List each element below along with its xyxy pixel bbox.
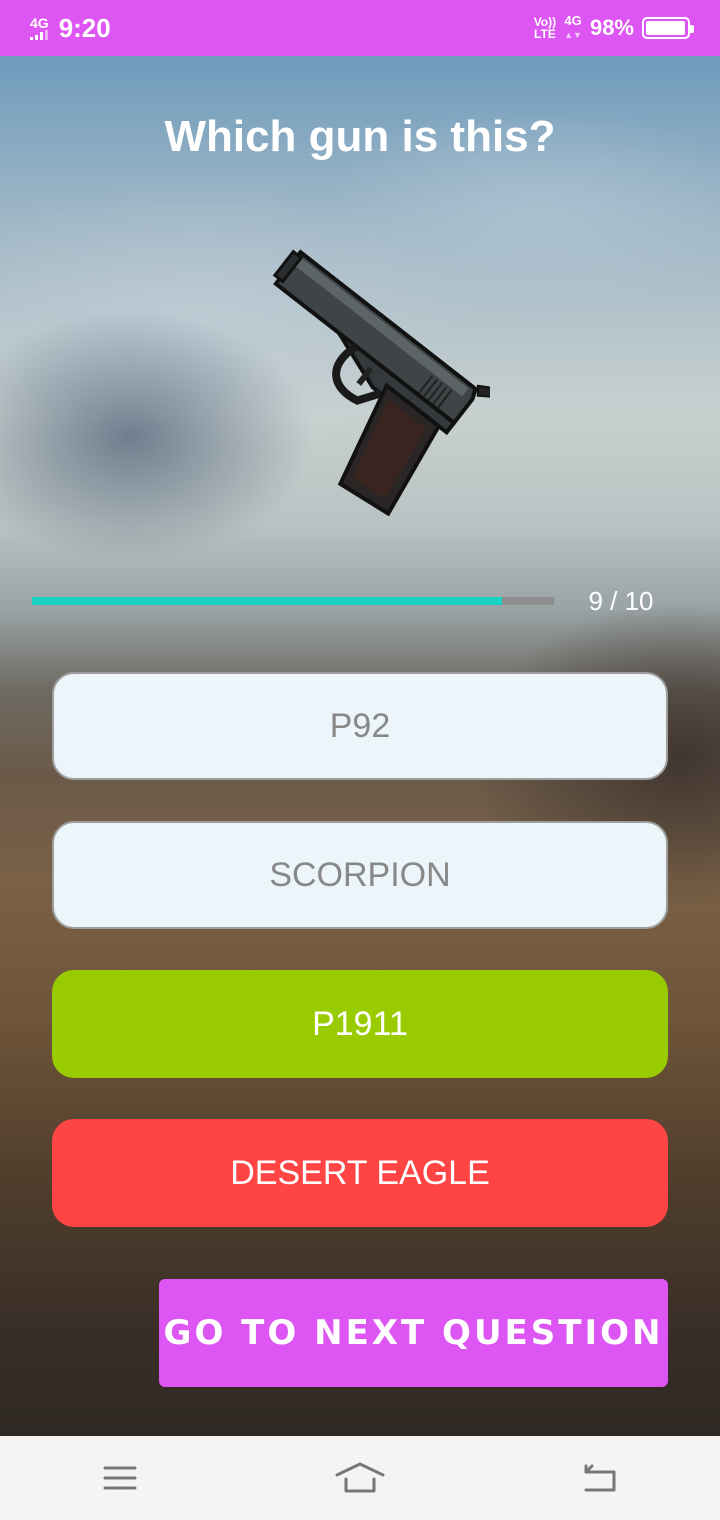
answer-option-4[interactable]: DESERT EAGLE (52, 1119, 668, 1227)
answer-option-3[interactable]: P1911 (52, 970, 668, 1078)
status-bar: 4G 9:20 Vo)) LTE 4G ▲▼ 98% (0, 0, 720, 56)
progress-bar-fill (32, 597, 502, 605)
network-type-label: 4G (30, 15, 49, 31)
signal-indicator: 4G (30, 16, 49, 40)
question-title: Which gun is this? (164, 112, 556, 161)
battery-percent: 98% (589, 15, 634, 40)
battery-level-fill (646, 21, 686, 35)
signal-icon (30, 30, 49, 40)
home-icon[interactable] (320, 1448, 400, 1508)
answer-option-1[interactable]: P92 (52, 672, 668, 780)
answer-option-2[interactable]: SCORPION (52, 821, 668, 929)
network-type-label-right: 4G (564, 13, 582, 28)
back-icon[interactable] (560, 1448, 640, 1508)
volte-icon: Vo)) LTE (533, 15, 557, 41)
pistol-icon (230, 226, 496, 517)
system-nav-bar (0, 1436, 720, 1520)
progress-bar (32, 597, 554, 605)
network-4g-indicator: 4G ▲▼ (564, 13, 582, 40)
progress-counter: 9 / 10 (588, 586, 654, 616)
clock: 9:20 (58, 12, 111, 43)
battery-icon (642, 17, 694, 39)
next-question-button[interactable]: GO TO NEXT QUESTION (159, 1279, 668, 1387)
menu-icon[interactable] (80, 1448, 160, 1508)
